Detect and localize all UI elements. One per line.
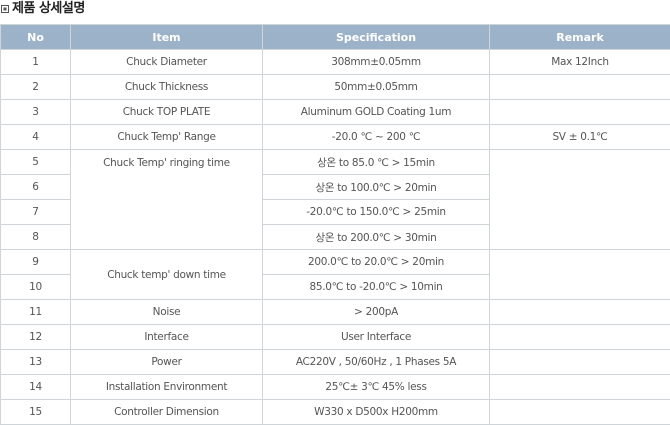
cell-item: Noise xyxy=(70,299,263,325)
cell-no: 6 xyxy=(0,174,71,200)
table-row: 3 Chuck TOP PLATE Aluminum GOLD Coating … xyxy=(0,99,670,125)
cell-no: 5 xyxy=(0,149,71,175)
cell-no: 1 xyxy=(0,49,71,75)
section-title: 제품 상세설명 xyxy=(0,0,670,22)
cell-item: Chuck Diameter xyxy=(70,49,263,75)
table-row: 11 Noise > 200pA xyxy=(0,299,670,325)
cell-remark xyxy=(489,349,670,375)
cell-no: 3 xyxy=(0,99,71,125)
cell-remark xyxy=(489,249,670,300)
cell-spec: W330 x D500x H200mm xyxy=(262,399,490,425)
table-row: 14 Installation Environment 25℃± 3℃ 45% … xyxy=(0,374,670,400)
page-title: 제품 상세설명 xyxy=(12,1,85,16)
cell-no: 9 xyxy=(0,249,71,275)
cell-no: 7 xyxy=(0,199,71,225)
bullet-diamond-icon xyxy=(1,5,9,13)
cell-item: Chuck Thickness xyxy=(70,74,263,100)
cell-remark xyxy=(489,374,670,400)
cell-no: 15 xyxy=(0,399,71,425)
table-row: 5 Chuck Temp' ringing time 상온 to 85.0 ℃ … xyxy=(0,149,670,250)
header-row: No Item Specification Remark xyxy=(0,24,670,50)
cell-remark xyxy=(489,399,670,425)
cell-remark xyxy=(489,324,670,350)
cell-item: Power xyxy=(70,349,263,375)
cell-item: Installation Environment xyxy=(70,374,263,400)
cell-no: 13 xyxy=(0,349,71,375)
cell-spec: 25℃± 3℃ 45% less xyxy=(262,374,490,400)
spec-table: No Item Specification Remark 1 Chuck Dia… xyxy=(0,24,670,425)
cell-remark: Max 12Inch xyxy=(489,49,670,75)
cell-spec: 50mm±0.05mm xyxy=(262,74,490,100)
cell-spec: 200.0℃ to 20.0℃ > 20min xyxy=(262,249,490,275)
cell-item: Chuck Temp' ringing time xyxy=(70,149,263,250)
cell-no: 4 xyxy=(0,124,71,150)
cell-spec: 상온 to 85.0 ℃ > 15min xyxy=(262,149,490,175)
table-row: 2 Chuck Thickness 50mm±0.05mm xyxy=(0,74,670,100)
cell-no: 11 xyxy=(0,299,71,325)
cell-item: Chuck TOP PLATE xyxy=(70,99,263,125)
cell-no: 2 xyxy=(0,74,71,100)
cell-spec: AC220V , 50/60Hz , 1 Phases 5A xyxy=(262,349,490,375)
cell-spec: 85.0℃ to -20.0℃ > 10min xyxy=(262,274,490,300)
header-no: No xyxy=(0,24,71,50)
table-row: 15 Controller Dimension W330 x D500x H20… xyxy=(0,399,670,425)
header-remark: Remark xyxy=(489,24,670,50)
cell-spec: -20.0℃ to 150.0℃ > 25min xyxy=(262,199,490,225)
cell-spec: Aluminum GOLD Coating 1um xyxy=(262,99,490,125)
cell-remark: SV ± 0.1℃ xyxy=(489,124,670,150)
table-row: 13 Power AC220V , 50/60Hz , 1 Phases 5A xyxy=(0,349,670,375)
cell-remark xyxy=(489,299,670,325)
cell-spec: User Interface xyxy=(262,324,490,350)
table-row: 12 Interface User Interface xyxy=(0,324,670,350)
cell-spec: -20.0 ℃ ~ 200 ℃ xyxy=(262,124,490,150)
cell-item: Chuck temp' down time xyxy=(70,249,263,300)
cell-no: 8 xyxy=(0,224,71,250)
cell-no: 14 xyxy=(0,374,71,400)
cell-spec: 상온 to 100.0℃ > 20min xyxy=(262,174,490,200)
cell-item: Interface xyxy=(70,324,263,350)
cell-no: 10 xyxy=(0,274,71,300)
header-specification: Specification xyxy=(262,24,490,50)
cell-spec: 상온 to 200.0℃ > 30min xyxy=(262,224,490,250)
cell-item: Controller Dimension xyxy=(70,399,263,425)
table-row: 4 Chuck Temp' Range -20.0 ℃ ~ 200 ℃ SV ±… xyxy=(0,124,670,150)
cell-item: Chuck Temp' Range xyxy=(70,124,263,150)
cell-spec: > 200pA xyxy=(262,299,490,325)
header-item: Item xyxy=(70,24,263,50)
cell-remark xyxy=(489,99,670,125)
table-row: 1 Chuck Diameter 308mm±0.05mm Max 12Inch xyxy=(0,49,670,75)
table-row: 9 Chuck temp' down time 200.0℃ to 20.0℃ … xyxy=(0,249,670,300)
cell-spec: 308mm±0.05mm xyxy=(262,49,490,75)
cell-remark xyxy=(489,149,670,250)
cell-remark xyxy=(489,74,670,100)
cell-no: 12 xyxy=(0,324,71,350)
